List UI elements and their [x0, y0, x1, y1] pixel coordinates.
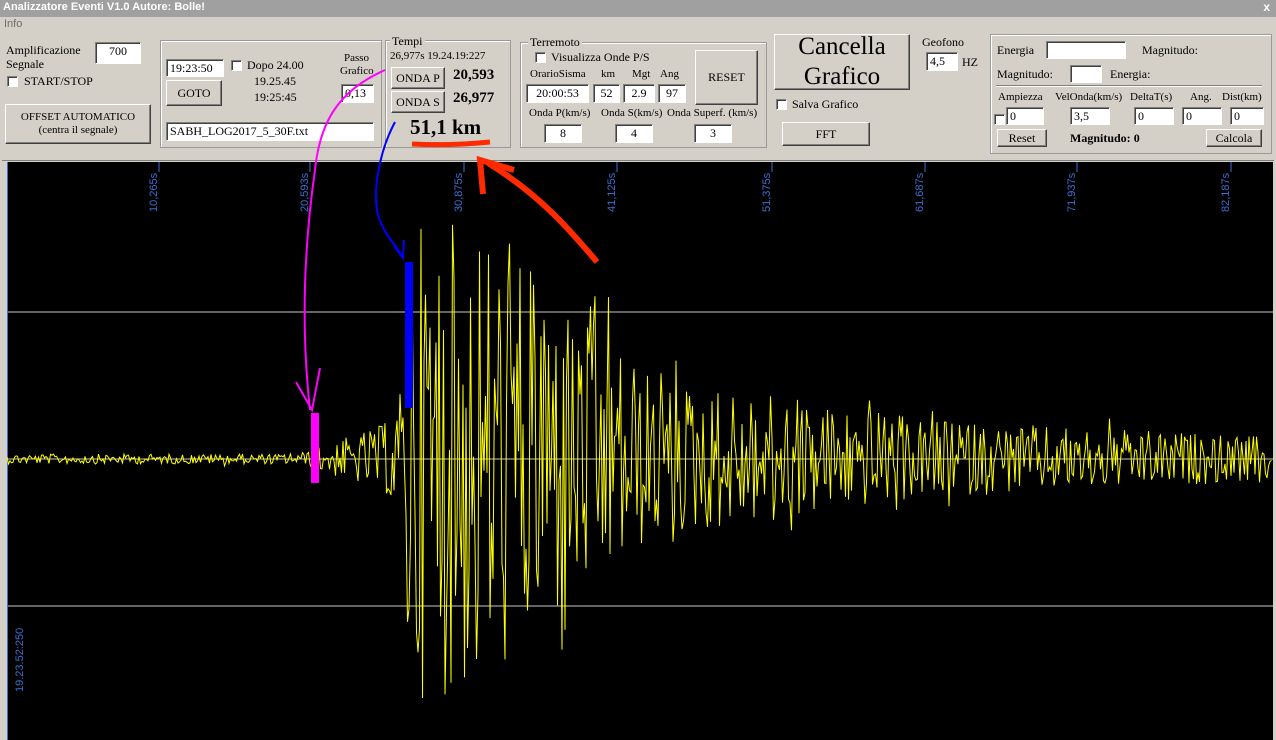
- onda-p-button[interactable]: ONDA P: [391, 67, 445, 89]
- menu-info[interactable]: Info: [4, 18, 22, 30]
- seismogram-plot[interactable]: 10,265s 20,593s 30,875s 41,125s 51,375s 61,68…: [7, 162, 1273, 740]
- amplification-input[interactable]: 700: [95, 42, 141, 64]
- onda-superf-label: Onda Superf. (km/s): [667, 107, 758, 119]
- deltat-input[interactable]: 0: [1134, 107, 1174, 125]
- y-timestamp: 19.23.52:250: [14, 628, 26, 692]
- time-mark-label: 10,265s: [148, 172, 160, 212]
- passo-label: Passo: [344, 52, 370, 64]
- menu-bar: Info: [0, 17, 1276, 33]
- col-ang2: Ang.: [1190, 91, 1212, 103]
- onda-p-kms-input[interactable]: 8: [544, 124, 582, 143]
- dist-input[interactable]: 0: [1230, 107, 1264, 125]
- magnitudo-result-label: Magnitudo:: [1070, 131, 1131, 145]
- salva-label: Salva Grafico: [792, 97, 859, 111]
- magnitudo-input[interactable]: [1070, 65, 1102, 83]
- terremoto-title: Terremoto: [528, 35, 582, 50]
- time-mark-label: 20,593s: [299, 172, 311, 212]
- cancella-label-2: Grafico: [803, 63, 881, 90]
- energy-reset-button[interactable]: Reset: [997, 129, 1047, 147]
- time1-label: 19.25.45: [254, 74, 296, 88]
- offset-automatico-button[interactable]: OFFSET AUTOMATICO (centra il segnale): [5, 104, 151, 144]
- tempi-info: 26,977s 19.24.19:227: [390, 50, 486, 62]
- time-marks: 10,265s 20,593s 30,875s 41,125s 51,375s 61,68…: [148, 162, 1232, 212]
- onda-s-kms-label: Onda S(km/s): [601, 107, 663, 119]
- passo-label-2: Grafico: [340, 65, 374, 77]
- title-bar: Analizzatore Eventi V1.0 Autore: Bolle! …: [0, 0, 1276, 17]
- velonda-input[interactable]: 3,5: [1070, 107, 1110, 125]
- energy-divider: [996, 85, 1262, 87]
- offset-label-1: OFFSET AUTOMATICO: [20, 111, 136, 123]
- filename-input[interactable]: SABH_LOG2017_5_30F.txt: [166, 122, 374, 141]
- energia-label: Energia: [997, 43, 1035, 57]
- energia-label-2: Energia:: [1110, 67, 1151, 81]
- time-mark-label: 51,375s: [761, 172, 773, 212]
- col-mgt: Mgt: [632, 68, 651, 80]
- passo-input[interactable]: 0,13: [341, 84, 374, 103]
- seismogram-svg: 10,265s 20,593s 30,875s 41,125s 51,375s 61,68…: [7, 162, 1273, 740]
- energia-input[interactable]: [1046, 41, 1126, 59]
- col-km: km: [601, 68, 616, 80]
- seismic-signal: [7, 224, 1272, 699]
- geofono-label: Geofono: [922, 35, 964, 49]
- magnitudo-label: Magnitudo:: [1142, 43, 1198, 57]
- time-mark-label: 41,125s: [606, 172, 618, 212]
- visualizza-label: Visualizza Onde P/S: [551, 50, 650, 64]
- dopo-checkbox[interactable]: [231, 60, 242, 71]
- ampiezza-input[interactable]: 0: [1006, 107, 1044, 125]
- time-mark-label: 61,687s: [914, 172, 926, 212]
- col-ampiezza: Ampiezza: [998, 91, 1043, 103]
- cancella-grafico-button[interactable]: Cancella Grafico: [774, 33, 910, 90]
- start-stop-checkbox[interactable]: [7, 76, 18, 87]
- salva-checkbox[interactable]: [776, 99, 787, 110]
- onda-s-button[interactable]: ONDA S: [391, 91, 445, 113]
- amplification-label-2: Segnale: [6, 57, 44, 71]
- visualizza-checkbox[interactable]: [535, 52, 546, 63]
- goto-button[interactable]: GOTO: [166, 80, 222, 106]
- col-dist: Dist(km): [1222, 91, 1262, 103]
- onda-superf-input[interactable]: 3: [694, 124, 732, 143]
- tempi-title: Tempi: [390, 34, 425, 49]
- km-input[interactable]: 52: [593, 84, 620, 103]
- ang2-input[interactable]: 0: [1182, 107, 1222, 125]
- col-deltat: DeltaT(s): [1130, 91, 1173, 103]
- geofono-input[interactable]: 4,5: [926, 52, 958, 71]
- time-mark-label: 71,937s: [1066, 172, 1078, 212]
- onda-p-kms-label: Onda P(km/s): [529, 107, 591, 119]
- onda-p-value: 20,593: [453, 67, 495, 83]
- window-title: Analizzatore Eventi V1.0 Autore: Bolle!: [3, 1, 205, 13]
- fft-button[interactable]: FFT: [782, 122, 870, 146]
- distance-annotation: 51,1 km: [410, 115, 482, 139]
- time-mark-label: 30,875s: [453, 172, 465, 212]
- col-velonda: VelOnda(km/s): [1055, 91, 1123, 103]
- cancella-label-1: Cancella: [798, 33, 886, 60]
- col-orario: OrarioSisma: [530, 68, 586, 80]
- calcola-button[interactable]: Calcola: [1206, 129, 1262, 147]
- start-stop-label: START/STOP: [24, 74, 93, 88]
- offset-label-2: (centra il segnale): [38, 124, 118, 136]
- onda-s-value: 26,977: [453, 90, 495, 106]
- geofono-unit: HZ: [962, 55, 978, 69]
- mgt-input[interactable]: 2.9: [623, 84, 655, 103]
- time-mark-label: 82,187s: [1220, 172, 1232, 212]
- magnitudo-label-2: Magnitudo:: [997, 67, 1053, 81]
- ampiezza-checkbox[interactable]: [994, 114, 1005, 125]
- onda-s-kms-input[interactable]: 4: [615, 124, 653, 143]
- time2-label: 19:25:45: [254, 90, 297, 104]
- time-input[interactable]: 19:23:50: [166, 59, 224, 77]
- amplification-label: Amplificazione: [6, 43, 81, 57]
- close-icon[interactable]: x: [1263, 0, 1270, 14]
- plot-grid: [7, 162, 1273, 740]
- reset-button[interactable]: RESET: [695, 50, 758, 105]
- magnitudo-result-value: 0: [1133, 131, 1140, 145]
- orario-input[interactable]: 20:00:53: [526, 84, 589, 103]
- ang-input[interactable]: 97: [658, 84, 686, 103]
- col-ang: Ang: [660, 68, 679, 80]
- dopo-label: Dopo 24.00: [247, 58, 304, 72]
- magnitudo-result: Magnitudo: 0: [1070, 131, 1140, 146]
